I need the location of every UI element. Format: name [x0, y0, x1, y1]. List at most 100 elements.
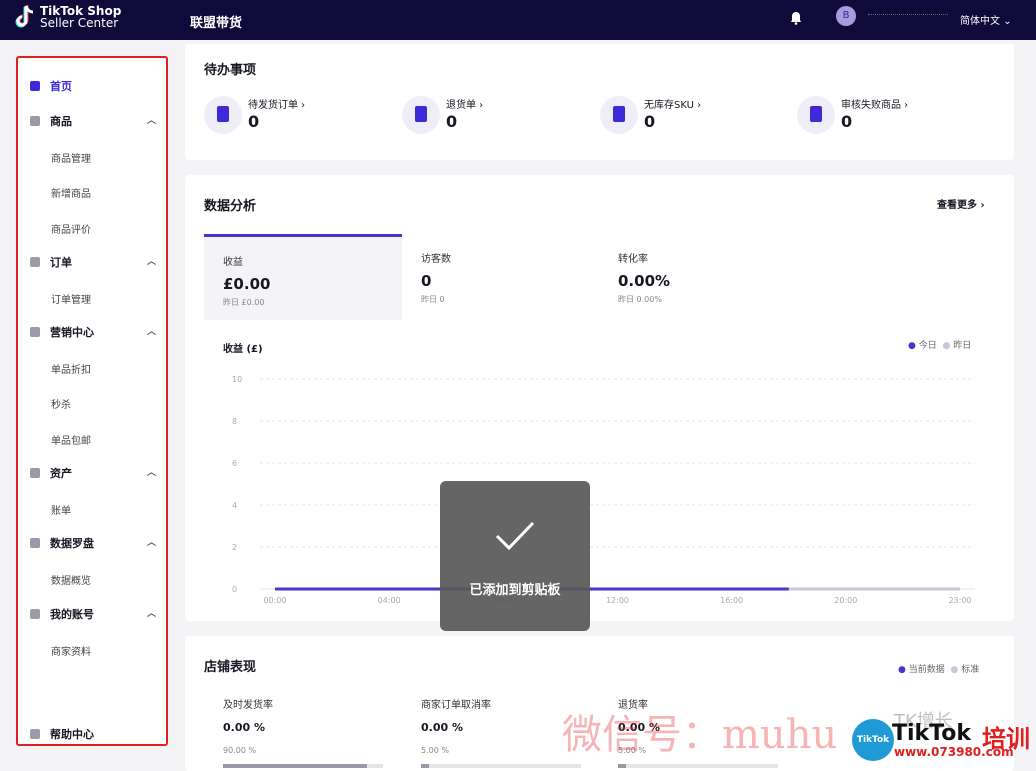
x-tick-label: 23:00: [948, 596, 971, 605]
metric-bar: [421, 764, 581, 768]
todo-title: 待办事项: [204, 63, 257, 78]
chevron-down-icon: ⌄: [1003, 16, 1012, 27]
home-icon: [30, 81, 40, 91]
view-more-link[interactable]: 查看更多 ›: [937, 196, 985, 211]
analysis-title: 数据分析: [204, 199, 257, 214]
sidebar-item-product-reviews[interactable]: 商品评价: [51, 221, 91, 236]
tab-conversion[interactable]: 转化率 0.00% 昨日 0.00%: [599, 234, 797, 320]
chevron-up-icon: ︿: [146, 538, 156, 548]
chevron-up-icon: ︿: [146, 257, 156, 267]
y-tick-label: 4: [232, 501, 237, 510]
tab-value: 0: [421, 272, 432, 290]
checkmark-icon: [495, 521, 535, 551]
product-icon: [30, 116, 40, 126]
x-tick-label: 12:00: [606, 596, 629, 605]
sidebar-item-merchant-profile[interactable]: 商家资料: [51, 643, 91, 658]
todo-returns[interactable]: 退货单 › 0: [402, 96, 483, 134]
x-tick-label: 16:00: [720, 596, 743, 605]
sidebar-item-home[interactable]: 首页: [30, 78, 160, 94]
watermark-brand: TikTok: [892, 721, 972, 746]
sidebar-group-my-account[interactable]: 我的账号 ︿: [30, 606, 160, 622]
sidebar-item-help[interactable]: 帮助中心: [30, 726, 160, 742]
store-legend: ● 当前数据 ● 标准: [898, 662, 979, 675]
inventory-icon: [600, 96, 638, 134]
page-title: 联盟带货: [190, 16, 243, 31]
sidebar-group-products[interactable]: 商品 ︿: [30, 113, 160, 129]
help-icon: [30, 729, 40, 739]
tiktok-shop-logo[interactable]: TikTok Shop Seller Center: [14, 4, 121, 30]
sidebar-item-label: 帮助中心: [50, 728, 94, 741]
todo-label: 待发货订单: [248, 100, 298, 111]
tab-label: 转化率: [618, 254, 648, 265]
sidebar-group-label: 资产: [50, 467, 72, 480]
view-more-label: 查看更多: [937, 200, 977, 211]
x-tick-label: 04:00: [378, 596, 401, 605]
user-icon: [30, 609, 40, 619]
megaphone-icon: [30, 327, 40, 337]
sidebar-item-free-shipping[interactable]: 单品包邮: [51, 432, 91, 447]
legend-current: 当前数据: [908, 665, 945, 675]
todo-pending-shipment[interactable]: 待发货订单 › 0: [204, 96, 305, 134]
tab-visitors[interactable]: 访客数 0 昨日 0: [402, 234, 600, 320]
sidebar-group-assets[interactable]: 资产 ︿: [30, 465, 160, 481]
language-selector[interactable]: 简体中文 ⌄: [960, 12, 1012, 27]
metric-standard: 5.00 %: [421, 746, 449, 755]
order-icon: [30, 257, 40, 267]
sidebar-item-data-overview[interactable]: 数据概览: [51, 572, 91, 587]
metric-bar-fill: [421, 764, 429, 768]
todo-value: 0: [841, 112, 853, 131]
sidebar-item-order-manage[interactable]: 订单管理: [51, 291, 91, 306]
metric-bar: [618, 764, 778, 768]
avatar[interactable]: B: [836, 6, 856, 26]
sidebar-item-flash-sale[interactable]: 秒杀: [51, 396, 71, 411]
sidebar-group-label: 订单: [50, 256, 72, 269]
legend-dot-today: ●: [908, 341, 916, 351]
toast-message: 已添加到剪贴板: [469, 583, 561, 598]
metric-bar: [223, 764, 383, 768]
chevron-up-icon: ︿: [146, 609, 156, 619]
sidebar-item-add-product[interactable]: 新增商品: [51, 185, 91, 200]
chevron-up-icon: ︿: [146, 327, 156, 337]
metric-on-time-shipping: 及时发货率 0.00 % 90.00 %: [223, 696, 383, 768]
tab-label: 收益: [223, 257, 243, 268]
metric-value: 0.00 %: [421, 721, 463, 734]
y-tick-label: 0: [232, 585, 237, 594]
metric-label: 商家订单取消率: [421, 700, 491, 711]
y-tick-label: 6: [232, 459, 237, 468]
sidebar-group-marketing[interactable]: 营销中心 ︿: [30, 324, 160, 340]
metric-standard: 90.00 %: [223, 746, 257, 755]
tab-revenue[interactable]: 收益 £0.00 昨日 £0.00: [204, 234, 402, 320]
tab-sub: 昨日 £0.00: [223, 298, 265, 307]
sidebar-item-discount[interactable]: 单品折扣: [51, 361, 91, 376]
copied-toast: 已添加到剪贴板: [440, 481, 590, 631]
tab-value: £0.00: [223, 275, 271, 293]
tiktok-training-watermark: TK增长 TikTok TikTok 培训 www.073980.com: [850, 711, 1036, 765]
chart-legend: ● 今日 ● 昨日: [908, 338, 971, 351]
todo-label: 无库存SKU: [644, 100, 694, 111]
todo-value: 0: [446, 112, 458, 131]
return-icon: [402, 96, 440, 134]
logo-subtitle: Seller Center: [40, 16, 119, 30]
metric-bar-fill: [618, 764, 626, 768]
tiktok-logo-icon: [14, 4, 36, 30]
sidebar-item-bills[interactable]: 账单: [51, 502, 71, 517]
sidebar-group-data-compass[interactable]: 数据罗盘 ︿: [30, 535, 160, 551]
revenue-chart: 024681000:0004:0008:0012:0016:0020:0023:…: [232, 375, 975, 605]
sidebar-item-label: 首页: [50, 80, 72, 93]
sidebar-item-product-manage[interactable]: 商品管理: [51, 150, 91, 165]
chevron-right-icon: ›: [980, 200, 985, 211]
top-nav-bar: TikTok Shop Seller Center 联盟带货 B 简体中文 ⌄: [0, 0, 1036, 40]
notification-bell-icon[interactable]: [789, 10, 803, 25]
chevron-up-icon: ︿: [146, 116, 156, 126]
todo-label: 退货单: [446, 100, 476, 111]
todo-failed-review[interactable]: 审核失败商品 › 0: [797, 96, 908, 134]
legend-standard: 标准: [961, 665, 980, 675]
sidebar-group-label: 营销中心: [50, 326, 94, 339]
metric-value: 0.00 %: [223, 721, 265, 734]
todo-out-of-stock-sku[interactable]: 无库存SKU › 0: [600, 96, 701, 134]
sidebar-group-orders[interactable]: 订单 ︿: [30, 254, 160, 270]
tab-sub: 昨日 0: [421, 295, 445, 304]
wallet-icon: [30, 468, 40, 478]
todo-value: 0: [644, 112, 656, 131]
chart-title: 收益 (£): [223, 344, 263, 355]
